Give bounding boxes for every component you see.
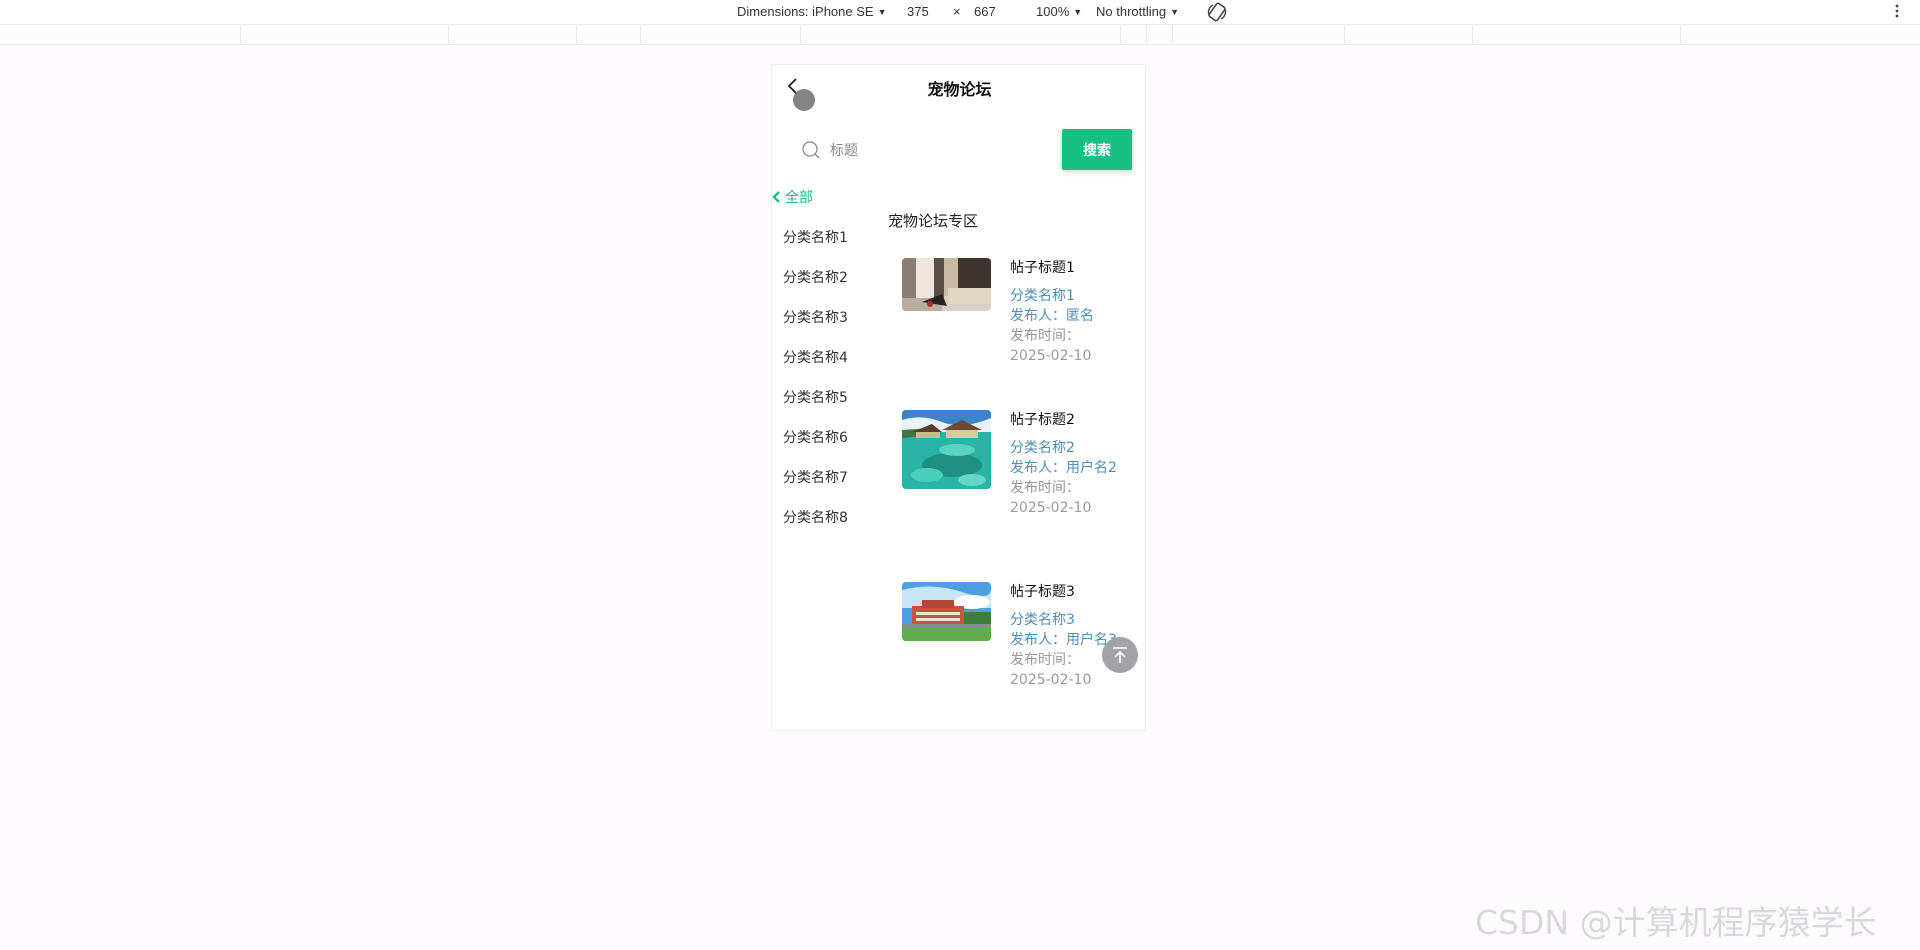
throttling-label: No throttling xyxy=(1096,4,1167,19)
touch-cursor xyxy=(793,89,815,111)
width-input[interactable]: 375 xyxy=(907,4,929,19)
device-select[interactable]: Dimensions: iPhone SE ▼ xyxy=(737,4,887,19)
caret-down-icon: ▼ xyxy=(1073,7,1083,17)
zoom-label: 100% xyxy=(1036,4,1070,19)
post-title[interactable]: 帖子标题1 xyxy=(1010,257,1075,277)
post-category: 分类名称3 xyxy=(1010,612,1075,628)
sidebar-item-all[interactable]: 全部 xyxy=(772,185,813,211)
post-author: 发布人：用户名2 xyxy=(1010,460,1117,476)
post-thumbnail xyxy=(902,582,991,641)
post-time: 2025-02-10 xyxy=(1010,500,1092,516)
section-title: 宠物论坛专区 xyxy=(888,212,979,230)
search-button[interactable]: 搜索 xyxy=(1062,129,1132,170)
post-title[interactable]: 帖子标题3 xyxy=(1010,581,1075,601)
post-thumbnail xyxy=(902,410,991,489)
sidebar-item[interactable]: 分类名称7 xyxy=(783,465,848,491)
chevron-left-icon xyxy=(772,191,780,203)
sidebar-item[interactable]: 分类名称5 xyxy=(783,385,848,411)
post-time-label: 发布时间： xyxy=(1010,652,1080,668)
sidebar-item-label: 全部 xyxy=(785,190,813,206)
post-category: 分类名称1 xyxy=(1010,288,1075,304)
zoom-select[interactable]: 100% ▼ xyxy=(1036,4,1082,19)
sidebar-item[interactable]: 分类名称4 xyxy=(783,345,848,371)
sidebar-item[interactable]: 分类名称8 xyxy=(783,505,848,531)
device-label: Dimensions: iPhone SE xyxy=(737,4,874,19)
search-bar xyxy=(792,130,1052,170)
caret-down-icon: ▼ xyxy=(1170,7,1180,17)
more-vert-icon[interactable] xyxy=(1893,1,1901,21)
sidebar-item[interactable]: 分类名称2 xyxy=(783,265,848,291)
sidebar-item[interactable]: 分类名称1 xyxy=(783,225,848,251)
height-input[interactable]: 667 xyxy=(974,4,996,19)
phone-viewport: 宠物论坛 搜索 全部 分类名称1 分类名称2 分类名称3 分类名称4 分类名称5… xyxy=(771,64,1146,731)
post-time-label: 发布时间： xyxy=(1010,480,1080,496)
post-category: 分类名称2 xyxy=(1010,440,1075,456)
back-to-top-icon[interactable] xyxy=(1102,637,1138,673)
search-input[interactable] xyxy=(828,137,1032,165)
caret-down-icon: ▼ xyxy=(877,7,887,17)
post-time-label: 发布时间： xyxy=(1010,328,1080,344)
throttling-select[interactable]: No throttling ▼ xyxy=(1096,4,1179,19)
rotate-icon[interactable] xyxy=(1206,1,1228,23)
search-icon xyxy=(802,141,820,159)
watermark: CSDN @计算机程序猿学长 xyxy=(1475,903,1877,942)
media-query-ruler xyxy=(0,25,1920,45)
devtools-toolbar: Dimensions: iPhone SE ▼ 375 × 667 100% ▼ N… xyxy=(0,0,1920,25)
dimension-separator: × xyxy=(953,4,961,19)
post-author: 发布人：匿名 xyxy=(1010,308,1094,324)
post-thumbnail xyxy=(902,258,991,311)
sidebar-item[interactable]: 分类名称6 xyxy=(783,425,848,451)
sidebar-item[interactable]: 分类名称3 xyxy=(783,305,848,331)
page-title: 宠物论坛 xyxy=(927,80,992,99)
post-title[interactable]: 帖子标题2 xyxy=(1010,409,1075,429)
post-time: 2025-02-10 xyxy=(1010,672,1092,688)
post-time: 2025-02-10 xyxy=(1010,348,1092,364)
